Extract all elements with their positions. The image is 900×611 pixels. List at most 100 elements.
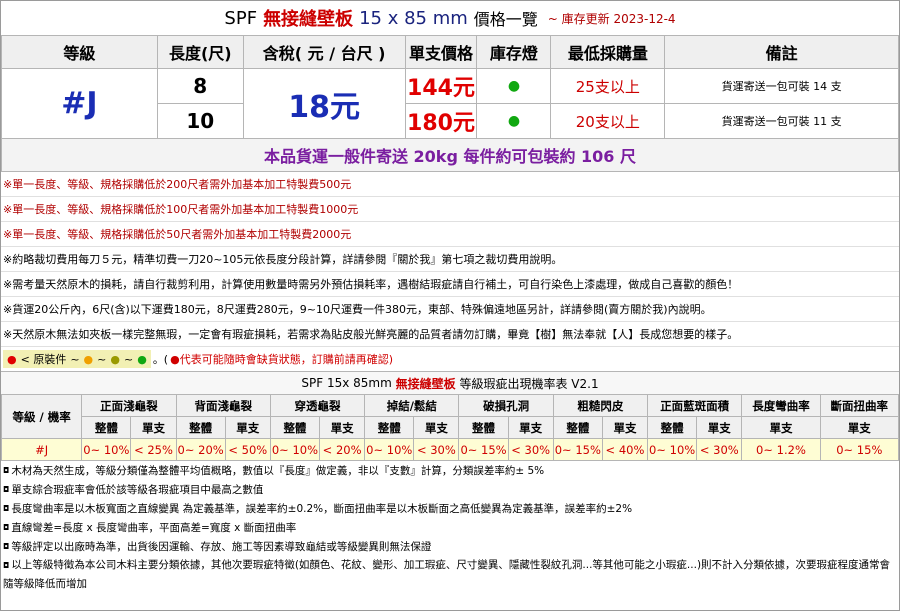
defect-value: < 30% (413, 438, 460, 461)
sub-whole: 整體 (552, 416, 603, 439)
sub-single: 單支 (413, 416, 460, 439)
footnote-text: 以上等級特徵為本公司木料主要分類依據，其他次要瑕疵特徵(如顏色、花紋、變形、加工… (3, 559, 891, 590)
defect-value: 0~ 15% (819, 438, 900, 461)
legend-label: < 原裝件 (20, 353, 67, 366)
note-cell: 貨運寄送一包可裝 14 支 (664, 68, 899, 104)
shipping-row: 本品貨運一般件寄送 20kg 每件約可包裝約 106 尺 (1, 138, 899, 172)
legend-warning: ●代表可能隨時會缺貨狀態，訂購前請再確認) (170, 353, 393, 366)
price-table-header: 等級 長度(尺) 含稅( 元 / 台尺 ) 單支價格 庫存燈 最低採購量 備註 (1, 35, 899, 69)
footnote-text: 直線彎差=長度 x 長度彎曲率，平面高差=寬度 x 斷面扭曲率 (11, 522, 297, 534)
length-cell: 8 (156, 68, 244, 104)
shipping-info: 本品貨運一般件寄送 20kg 每件約可包裝約 106 尺 (1, 138, 899, 172)
defect-group: 斷面扭曲率 (819, 394, 900, 417)
defect-row: #J 0~ 10% < 25% 0~ 20% < 50% 0~ 10% < 20… (0, 438, 900, 461)
header-grade: 等級 (1, 35, 158, 69)
defect-header-row: 等級 / 機率 正面淺龜裂 背面淺龜裂 穿透龜裂 掉結/鬆結 破損孔洞 粗糙閃皮… (0, 394, 900, 439)
sub-single: 單支 (741, 416, 821, 439)
defect-group: 破損孔洞 (458, 394, 554, 417)
defect-value: < 40% (601, 438, 649, 461)
defect-value: < 50% (224, 438, 271, 461)
footnote-text: 木材為天然生成，等級分類僅為整體平均值概略，數值以『長度』做定義，非以『支數』計… (11, 465, 545, 477)
sub-whole: 整體 (81, 416, 132, 439)
rule-item: ※單一長度、等級、規格採購低於50尺者需外加基本加工特製費2000元 (1, 222, 899, 247)
red-dot-icon: ● (7, 352, 17, 366)
defect-group: 掉結/鬆結 (364, 394, 460, 417)
rule-item: ※需考量天然原木的損耗，請自行裁剪利用，計算使用數量時需另外預估損耗率，遇樹結瑕… (1, 272, 899, 297)
header-stock-light: 庫存燈 (476, 35, 552, 69)
defect-group: 背面淺龜裂 (175, 394, 271, 417)
price-per-ft-cell: 18元 (242, 68, 406, 139)
defect-value: 0~ 1.2% (741, 438, 821, 461)
defect-title-prefix: SPF 15x 85mm (301, 376, 392, 390)
defect-group: 正面藍斑面積 (647, 394, 743, 417)
defect-group: 正面淺龜裂 (81, 394, 177, 417)
bullet-icon: ◘ (3, 466, 10, 475)
header-length: 長度(尺) (156, 35, 244, 69)
sub-whole: 整體 (269, 416, 321, 439)
title-size: 15 x 85 mm (359, 7, 468, 29)
defect-table: 等級 / 機率 正面淺龜裂 背面淺龜裂 穿透龜裂 掉結/鬆結 破損孔洞 粗糙閃皮… (0, 394, 900, 461)
footnote-text: 等級評定以出廠時為準，出貨後因運輸、存放、施工等因素導致龜結或等級變異則無法保證 (11, 541, 432, 553)
defect-title-product: 無接縫壁板 (395, 376, 456, 391)
sub-single: 單支 (696, 416, 743, 439)
green-dot-icon: ● (137, 352, 147, 366)
note-cell: 貨運寄送一包可裝 11 支 (664, 103, 899, 139)
defect-table-title: SPF 15x 85mm 無接縫壁板 等級瑕疵出現機率表 V2.1 (1, 371, 899, 394)
rule-item: ※貨運20公斤內，6尺(含)以下運費180元，8尺運費280元，9~10尺運費一… (1, 297, 899, 322)
rules-list: ※單一長度、等級、規格採購低於200尺者需外加基本加工特製費500元 ※單一長度… (1, 172, 899, 347)
bullet-icon: ◘ (3, 504, 10, 513)
sub-single: 單支 (224, 416, 271, 439)
header-single-price: 單支價格 (404, 35, 478, 69)
price-table: 等級 長度(尺) 含稅( 元 / 台尺 ) 單支價格 庫存燈 最低採購量 備註 … (1, 35, 899, 172)
defect-group: 穿透龜裂 (269, 394, 366, 417)
footnote-item: ◘ 以上等級特徵為本公司木料主要分類依據，其他次要瑕疵特徵(如顏色、花紋、變形、加… (1, 556, 899, 593)
rule-item: ※單一長度、等級、規格採購低於200尺者需外加基本加工特製費500元 (1, 172, 899, 197)
footnote-text: 單支綜合瑕疵率會低於該等級各瑕疵項目中最高之數值 (11, 484, 264, 496)
defect-group: 長度彎曲率 (741, 394, 821, 417)
legend-sep: ~ (70, 352, 80, 366)
page-title: SPF 無接縫壁板 15 x 85 mm 價格一覽 ~ 庫存更新 2023-12… (1, 1, 899, 35)
rule-item: ※單一長度、等級、規格採購低於100尺者需外加基本加工特製費1000元 (1, 197, 899, 222)
defect-value: 0~ 15% (458, 438, 509, 461)
defect-value: 0~ 10% (269, 438, 321, 461)
footnote-item: ◘ 等級評定以出廠時為準，出貨後因運輸、存放、施工等因素導致龜結或等級變異則無法保… (1, 537, 899, 556)
table-row: #J 8 18元 144元 ● 25支以上 貨運寄送一包可裝 14 支 (1, 68, 899, 139)
defect-value: 0~ 15% (552, 438, 603, 461)
defect-corner: 等級 / 機率 (0, 394, 83, 439)
sub-single: 單支 (130, 416, 177, 439)
sub-whole: 整體 (175, 416, 226, 439)
header-min-qty: 最低採購量 (550, 35, 666, 69)
legend-sep: ~ (123, 352, 134, 366)
sub-whole: 整體 (647, 416, 698, 439)
single-price-cell: 144元 (404, 68, 478, 104)
rule-item: ※天然原木無法如夾板一樣完整無瑕，一定會有瑕疵損耗，若需求為貼皮般光鮮亮麗的品質… (1, 322, 899, 347)
defect-value: < 20% (319, 438, 366, 461)
stock-light-icon: ● (476, 103, 552, 139)
footnotes: ◘ 木材為天然生成，等級分類僅為整體平均值概略，數值以『長度』做定義，非以『支數』… (1, 461, 899, 593)
defect-group: 粗糙閃皮 (552, 394, 649, 417)
sub-whole: 整體 (364, 416, 415, 439)
footnote-item: ◘ 長度彎曲率是以木板寬面之直線變異 為定義基準，誤差率約±0.2%，斷面扭曲率是… (1, 499, 899, 518)
min-qty-cell: 25支以上 (550, 68, 666, 104)
defect-value: 0~ 10% (364, 438, 415, 461)
rule-item: ※約略裁切費用每刀５元，精準切費一刀20~105元依長度分段計算，詳請參閱『關於… (1, 247, 899, 272)
defect-value: < 30% (696, 438, 743, 461)
sub-single: 單支 (507, 416, 554, 439)
sub-single: 單支 (319, 416, 366, 439)
min-qty-cell: 20支以上 (550, 103, 666, 139)
bullet-icon: ◘ (3, 523, 10, 532)
footnote-item: ◘ 單支綜合瑕疵率會低於該等級各瑕疵項目中最高之數值 (1, 480, 899, 499)
title-product: 無接縫壁板 (263, 9, 354, 30)
footnote-item: ◘ 直線彎差=長度 x 長度彎曲率，平面高差=寬度 x 斷面扭曲率 (1, 518, 899, 537)
sub-whole: 整體 (458, 416, 509, 439)
defect-grade: #J (0, 438, 83, 461)
defect-value: < 30% (507, 438, 554, 461)
bullet-icon: ◘ (3, 485, 10, 494)
title-prefix: SPF (224, 7, 258, 29)
header-note: 備註 (664, 35, 899, 69)
single-price-cell: 180元 (404, 103, 478, 139)
sub-single: 單支 (819, 416, 900, 439)
stock-light-icon: ● (476, 68, 552, 104)
legend-sep: ~ (97, 352, 107, 366)
stock-update-date: ~ 庫存更新 2023-12-4 (547, 11, 676, 26)
